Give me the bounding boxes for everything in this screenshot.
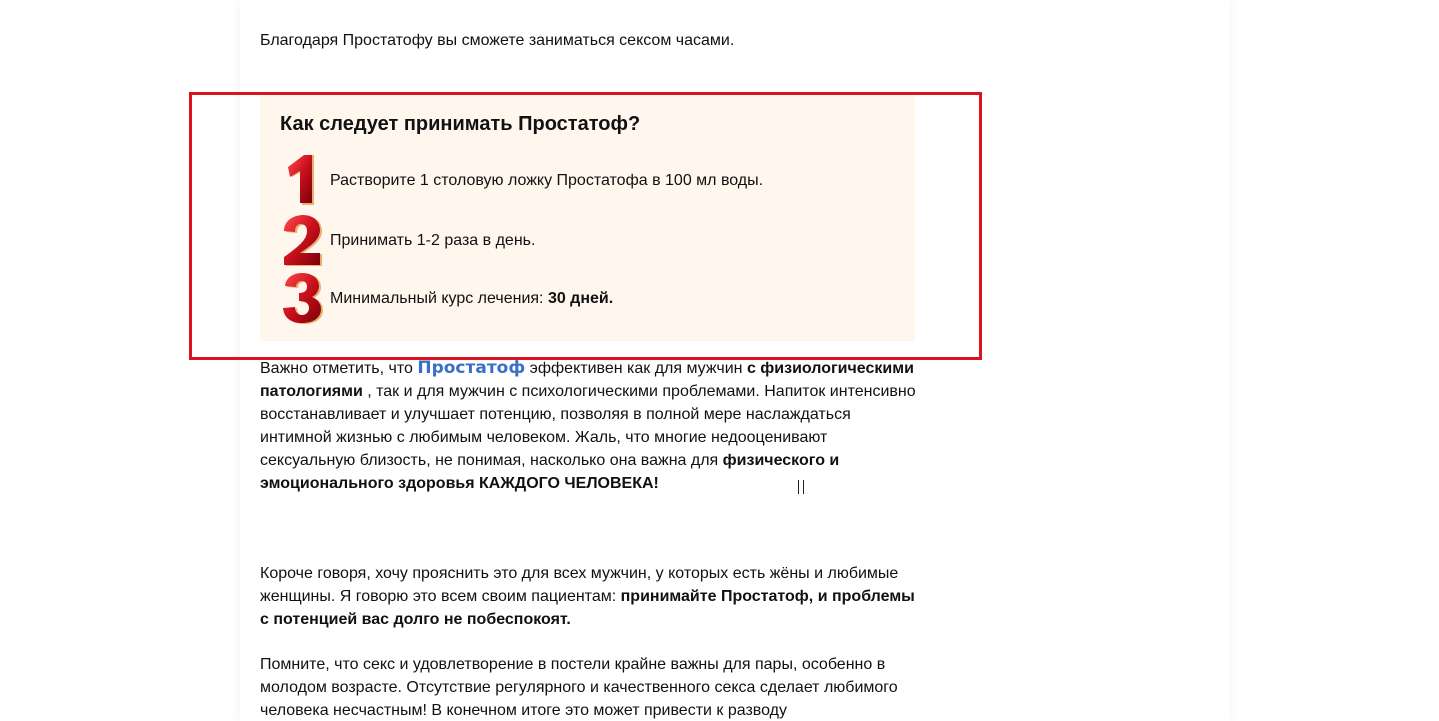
howto-step-3-bold: 30 дней. [547, 289, 614, 307]
text-span: эффективен как для мужчин [525, 360, 747, 377]
red-number-three-icon [283, 273, 323, 324]
text-span: Помните, что секс и удовлетворение в пос… [260, 656, 898, 719]
howto-step-2-text: Принимать 1-2 раза в день. [330, 231, 536, 249]
howto-step-2: Принимать 1-2 раза в день. [276, 213, 535, 267]
text-cursor-icon [798, 480, 804, 494]
red-number-one-icon [288, 155, 314, 205]
howto-step-1-text: Растворите 1 столовую ложку Простатофа в… [330, 171, 764, 189]
howto-step-3-prefix: Минимальный курс лечения: [330, 289, 548, 307]
intro-paragraph: Благодаря Простатофу вы сможете занимать… [260, 32, 735, 49]
text-span: Важно отметить, что [260, 360, 418, 377]
howto-title: Как следует принимать Простатоф? [280, 113, 641, 135]
howto-step-3-text: Минимальный курс лечения: 30 дней. [330, 287, 613, 310]
paragraph-advice: Короче говоря, хочу прояснить это для вс… [260, 562, 920, 631]
paragraph-importance: Важно отметить, что Простатоф эффективен… [260, 357, 920, 495]
howto-step-1: Растворите 1 столовую ложку Простатофа в… [276, 153, 763, 207]
howto-box: Как следует принимать Простатоф? Раствор… [260, 95, 915, 341]
red-number-two-icon [284, 215, 322, 266]
product-link[interactable]: Простатоф [417, 358, 525, 378]
paragraph-reminder: Помните, что секс и удовлетворение в пос… [260, 653, 920, 721]
howto-step-3: Минимальный курс лечения: 30 дней. [276, 271, 613, 325]
